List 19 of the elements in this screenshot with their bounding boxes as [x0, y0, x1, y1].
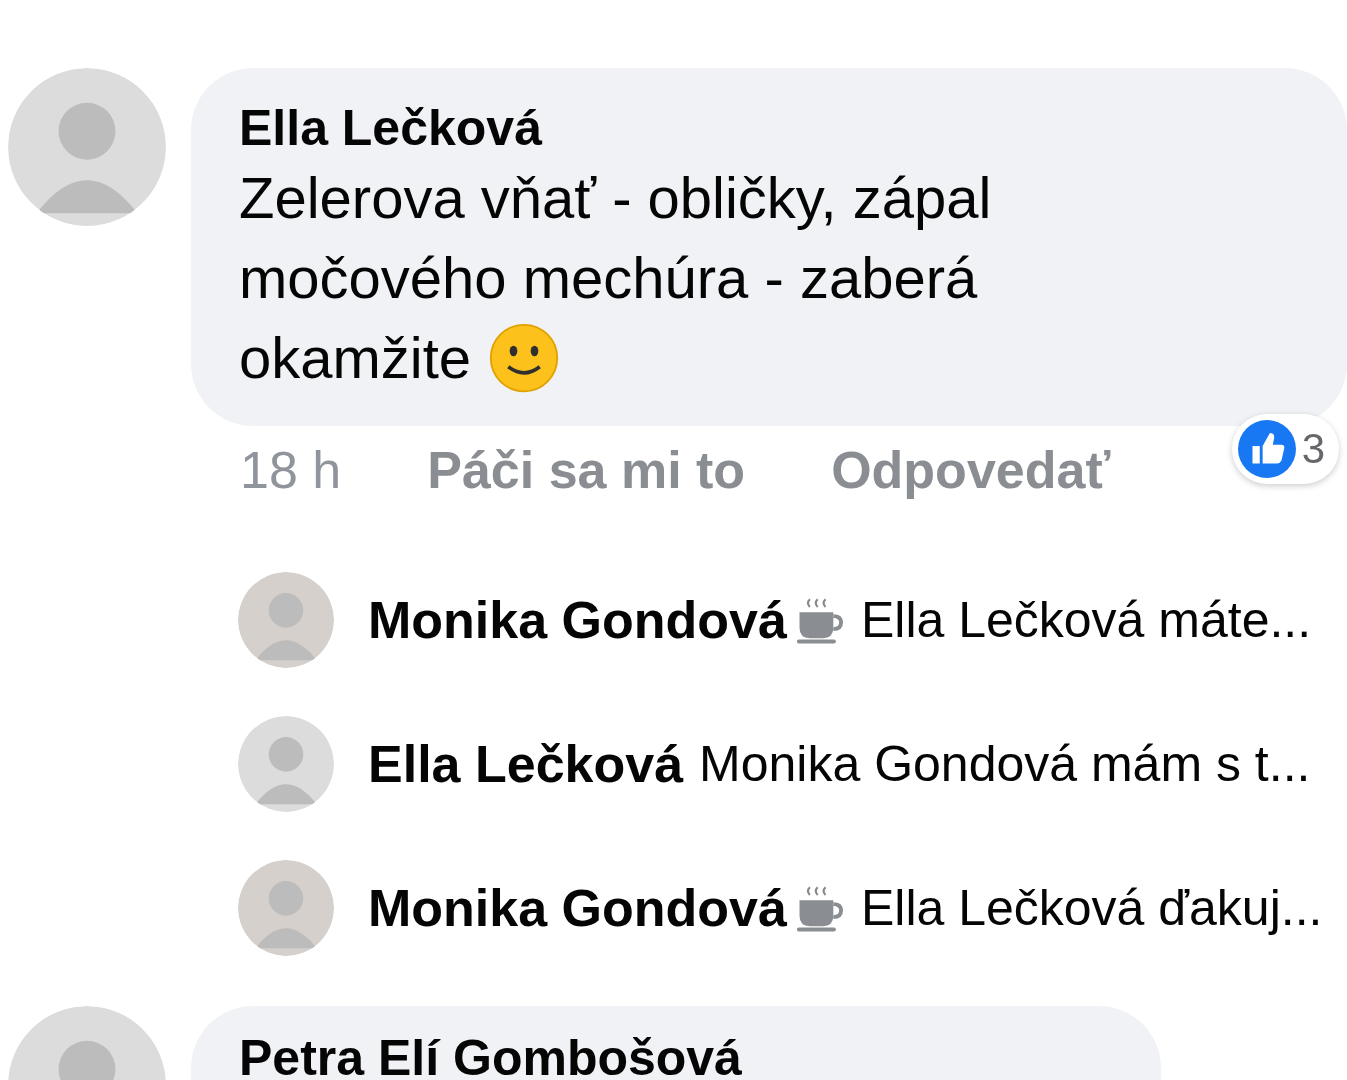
reply-preview[interactable]: Ella Lečková máte...	[860, 591, 1312, 649]
author-name[interactable]: Ella Lečková	[239, 98, 1299, 158]
reply-author[interactable]: Monika Gondová	[368, 590, 787, 650]
comment-time: 18 h	[240, 440, 342, 500]
avatar[interactable]	[238, 860, 334, 956]
avatar[interactable]	[8, 68, 166, 226]
smiley-icon	[489, 323, 560, 393]
reply-author[interactable]: Ella Lečková	[368, 734, 684, 794]
reply-preview[interactable]: Ella Lečková ďakuj...	[860, 879, 1323, 937]
author-name[interactable]: Petra Elí Gombošová	[239, 1028, 1113, 1080]
comment-text-line: okamžite	[239, 324, 472, 392]
reply-author[interactable]: Monika Gondová	[368, 878, 787, 938]
reply-preview[interactable]: Monika Gondová mám s t...	[699, 735, 1311, 793]
comment-text-line: močového mechúra - zaberá	[239, 244, 978, 312]
comment-text-line: Zelerova vňať - obličky, zápal	[239, 164, 992, 232]
avatar[interactable]	[238, 572, 334, 668]
like-count-badge[interactable]: 3	[1231, 414, 1339, 484]
avatar[interactable]	[238, 716, 334, 812]
thumbs-up-icon	[1237, 420, 1296, 478]
